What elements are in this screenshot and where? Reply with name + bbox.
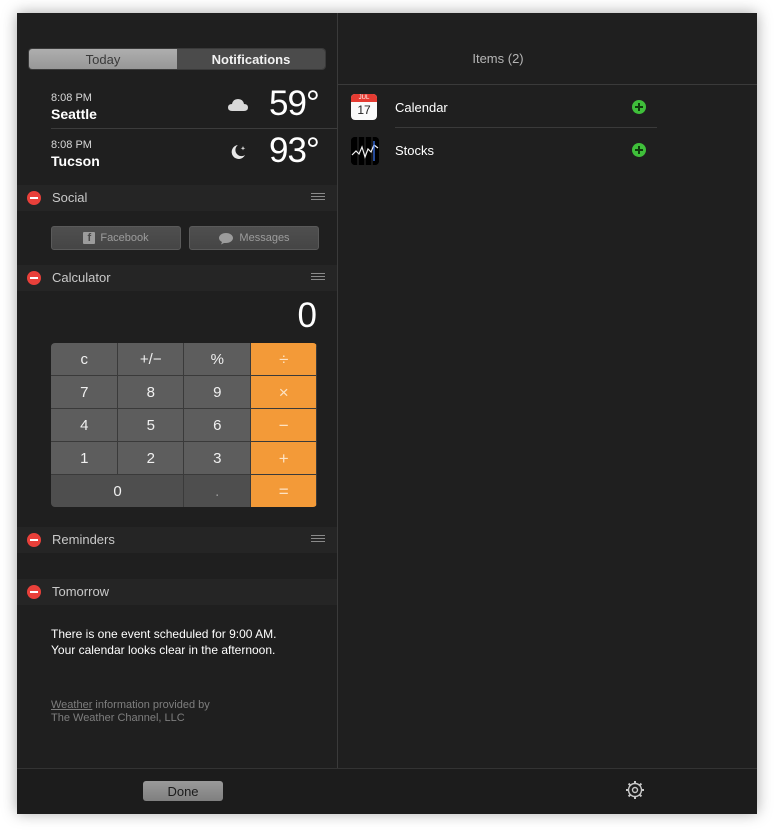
section-social: Social — [17, 185, 337, 211]
messages-label: Messages — [239, 232, 290, 244]
weather-time: 8:08 PM — [51, 92, 92, 104]
remove-widget-button[interactable] — [27, 191, 41, 205]
weather-city: Tucson — [51, 153, 100, 169]
items-title: Items (2) — [472, 51, 524, 66]
item-label: Stocks — [395, 143, 435, 158]
calculator-display: 0 — [297, 296, 317, 335]
calc-key-three[interactable]: 3 — [184, 442, 251, 475]
done-button[interactable]: Done — [143, 781, 223, 801]
cloud-icon — [228, 99, 248, 111]
tab-notifications[interactable]: Notifications — [177, 49, 325, 69]
section-tomorrow: Tomorrow — [17, 579, 337, 605]
section-calculator: Calculator — [17, 265, 337, 291]
tomorrow-summary-line1: There is one event scheduled for 9:00 AM… — [51, 627, 277, 641]
calc-key-subtract[interactable]: − — [250, 409, 317, 442]
list-item-stocks[interactable]: Stocks — [351, 135, 661, 165]
calc-key-add[interactable]: + — [250, 442, 317, 475]
section-title: Social — [52, 190, 88, 205]
calc-key-five[interactable]: 5 — [117, 409, 184, 442]
calc-key-seven[interactable]: 7 — [51, 376, 118, 409]
stocks-icon — [351, 137, 379, 165]
items-header-rule — [338, 84, 757, 85]
view-switcher: Today Notifications — [29, 49, 325, 69]
calendar-icon-day: 17 — [357, 103, 371, 117]
remove-widget-button[interactable] — [27, 533, 41, 547]
calc-key-six[interactable]: 6 — [184, 409, 251, 442]
calc-key-zero[interactable]: 0 — [51, 475, 184, 507]
calc-key-equals[interactable]: = — [250, 475, 317, 507]
weather-credit: Weather information provided by — [51, 699, 210, 711]
calc-key-eight[interactable]: 8 — [117, 376, 184, 409]
calc-key-one[interactable]: 1 — [51, 442, 118, 475]
weather-credit-text: information provided by — [92, 699, 210, 711]
weather-temperature: 93° — [269, 131, 320, 170]
weather-credit-link[interactable]: Weather — [51, 699, 92, 711]
pane-divider — [337, 13, 338, 768]
calc-key-nine[interactable]: 9 — [184, 376, 251, 409]
weather-separator — [51, 128, 337, 129]
calendar-icon-month: JUL — [351, 94, 377, 102]
calc-key-percent[interactable]: % — [184, 343, 251, 376]
gear-icon[interactable] — [625, 780, 645, 800]
calc-key-two[interactable]: 2 — [117, 442, 184, 475]
messages-button[interactable]: Messages — [189, 226, 319, 250]
facebook-button[interactable]: f Facebook — [51, 226, 181, 250]
moon-icon — [231, 145, 246, 159]
facebook-icon: f — [83, 232, 96, 244]
tab-today[interactable]: Today — [29, 49, 177, 69]
weather-temperature: 59° — [269, 84, 320, 123]
drag-handle-icon[interactable] — [311, 535, 325, 543]
weather-city: Seattle — [51, 106, 97, 122]
drag-handle-icon[interactable] — [311, 273, 325, 281]
section-title: Tomorrow — [52, 584, 110, 599]
notification-center-window: Today Notifications 8:08 PM Seattle 59° … — [17, 13, 757, 814]
calc-key-divide[interactable]: ÷ — [250, 343, 317, 376]
section-reminders: Reminders — [17, 527, 337, 553]
calc-key-decimal[interactable]: . — [184, 475, 251, 507]
footer-bar: Done — [17, 768, 757, 814]
tomorrow-summary-line2: Your calendar looks clear in the afterno… — [51, 643, 276, 657]
calc-key-clear[interactable]: c — [51, 343, 118, 376]
section-title: Reminders — [52, 532, 115, 547]
section-title: Calculator — [52, 270, 111, 285]
drag-handle-icon[interactable] — [311, 193, 325, 201]
weather-row-seattle[interactable]: 8:08 PM Seattle 59° — [17, 84, 337, 128]
weather-credit-provider: The Weather Channel, LLC — [51, 712, 185, 724]
calc-key-four[interactable]: 4 — [51, 409, 118, 442]
remove-widget-button[interactable] — [27, 271, 41, 285]
item-label: Calendar — [395, 100, 448, 115]
item-separator — [395, 127, 657, 128]
facebook-label: Facebook — [100, 232, 149, 244]
speech-bubble-icon — [219, 232, 234, 244]
add-widget-button[interactable] — [632, 100, 646, 114]
list-item-calendar[interactable]: JUL 17 Calendar — [351, 92, 661, 122]
weather-row-tucson[interactable]: 8:08 PM Tucson 93° — [17, 131, 337, 175]
calc-key-multiply[interactable]: × — [250, 376, 317, 409]
calculator-keypad: c +/−% ÷ 7 8 9 × 4 5 6− 1 2 3 +0. = — [51, 343, 317, 507]
calendar-icon: JUL 17 — [351, 94, 377, 120]
remove-widget-button[interactable] — [27, 585, 41, 599]
calc-key-negate[interactable]: +/− — [117, 343, 184, 376]
add-widget-button[interactable] — [632, 143, 646, 157]
weather-time: 8:08 PM — [51, 139, 92, 151]
